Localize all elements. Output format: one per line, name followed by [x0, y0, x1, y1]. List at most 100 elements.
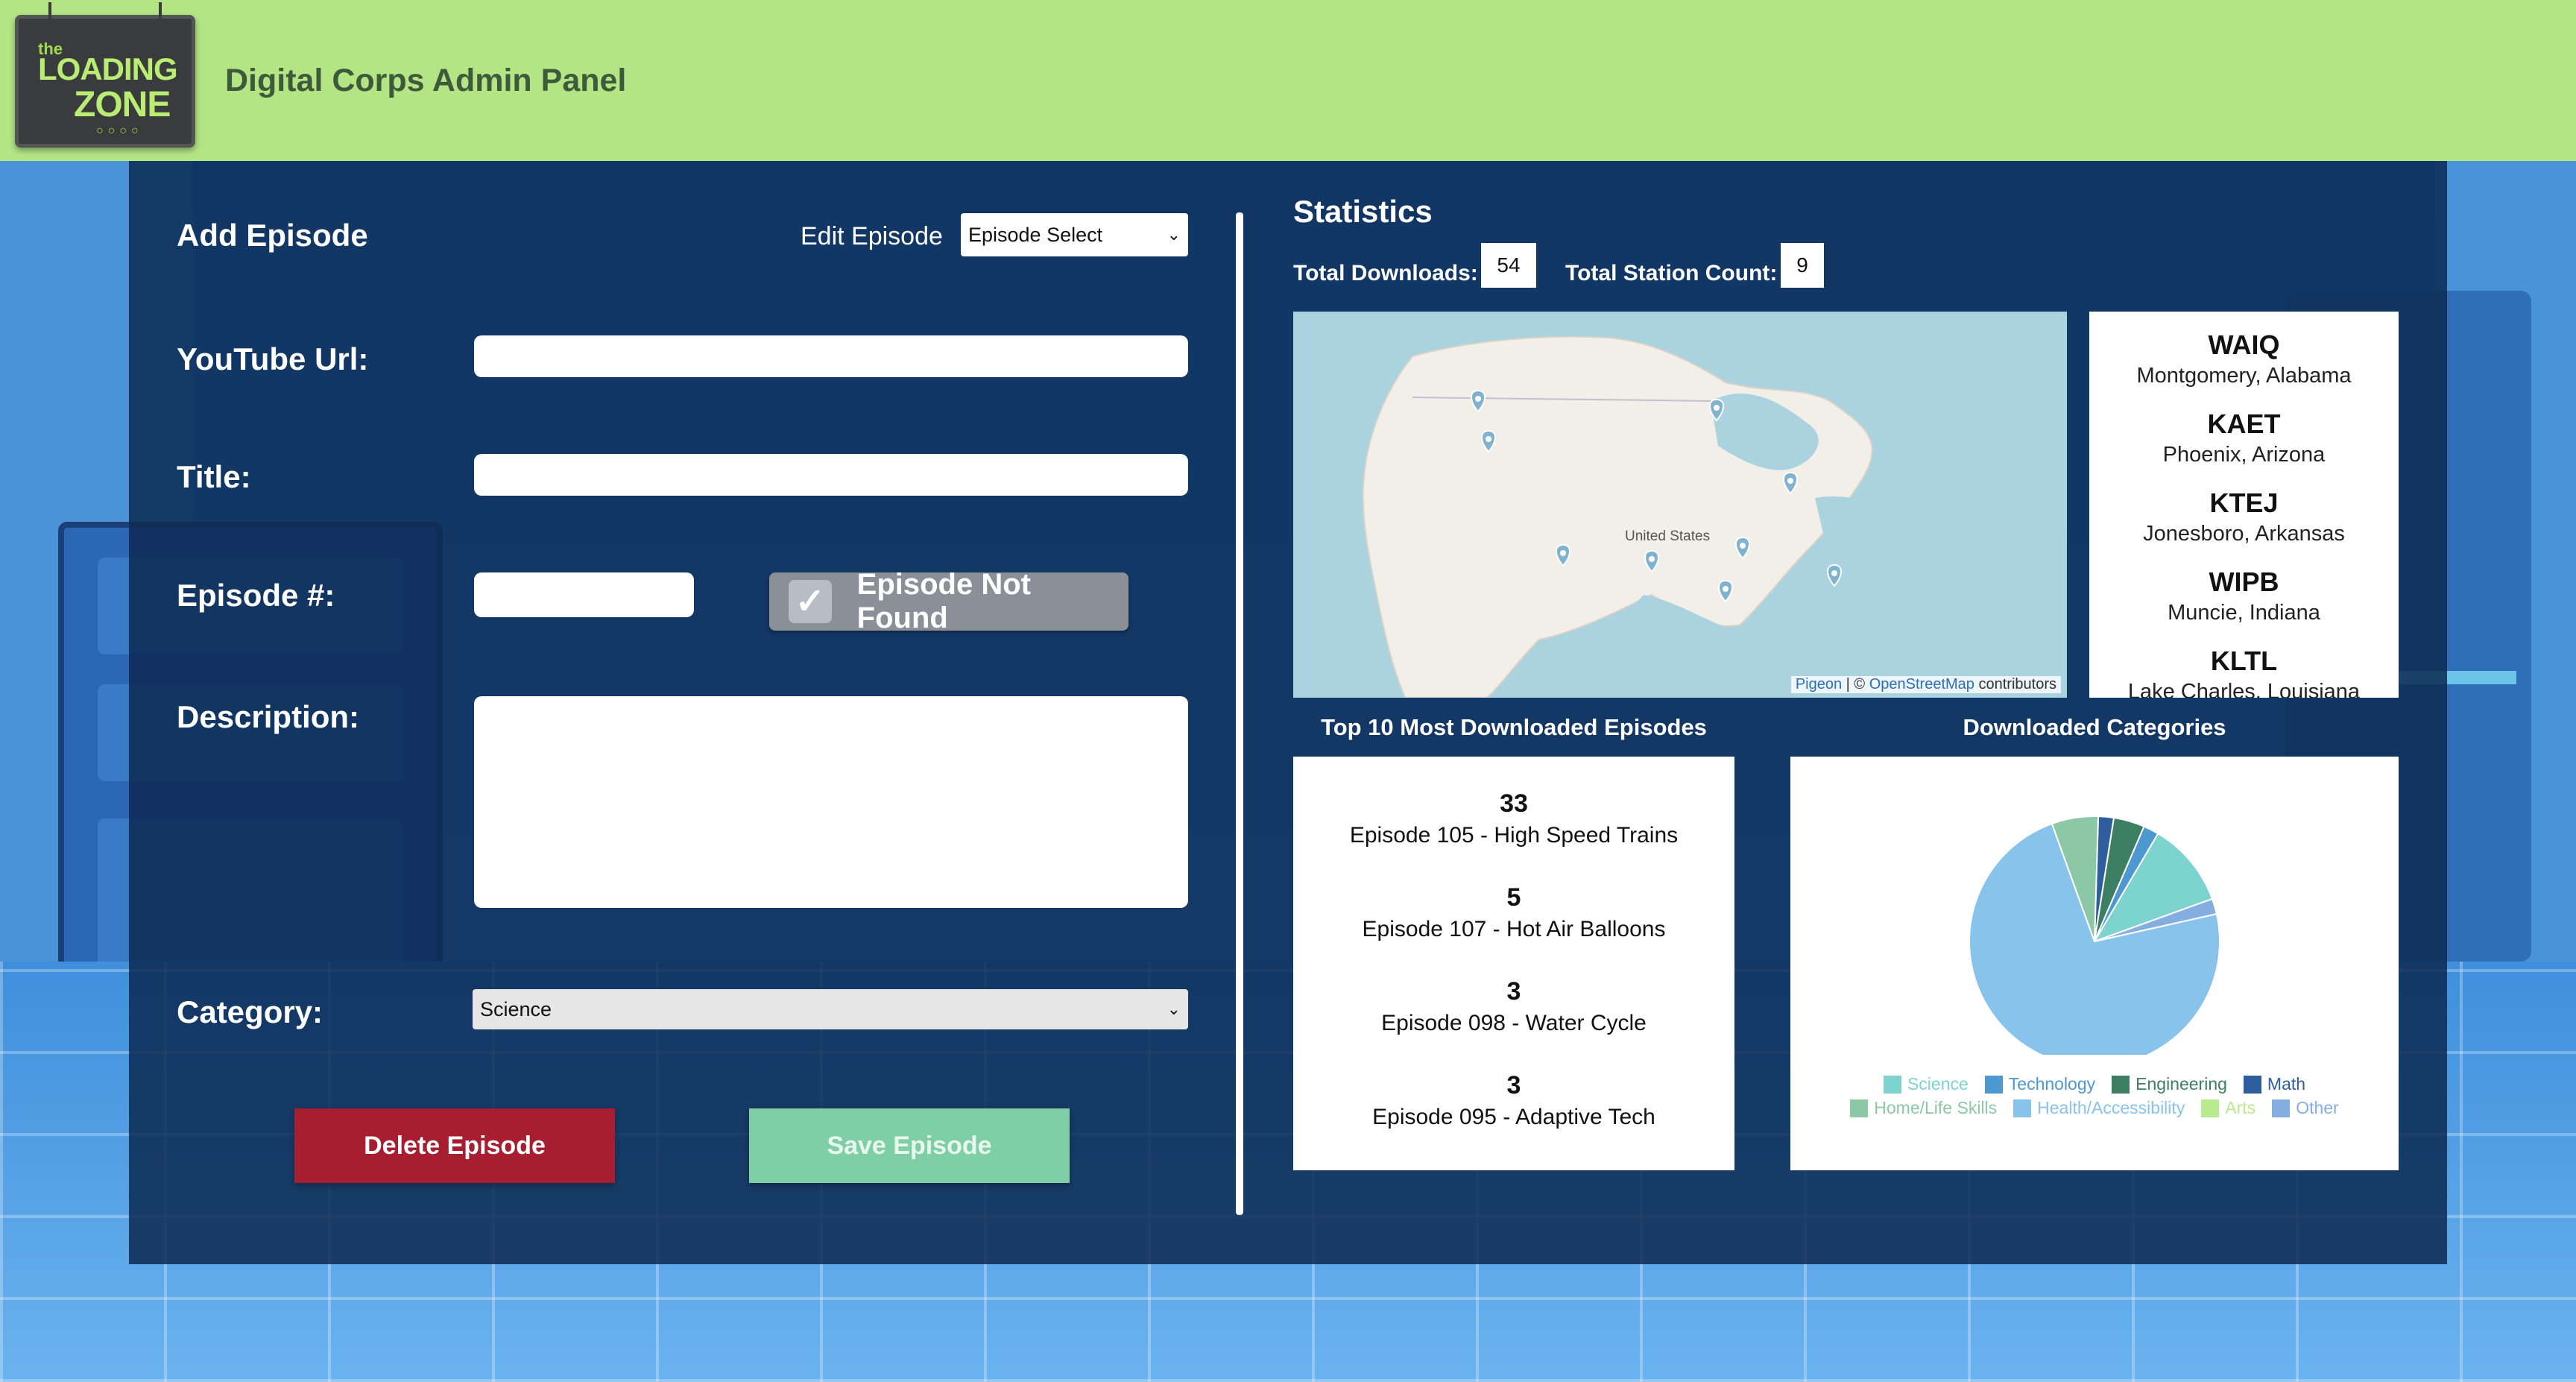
- category-select[interactable]: Science ⌄: [473, 989, 1188, 1029]
- legend-item[interactable]: Science: [1883, 1074, 1969, 1094]
- episode-name: Episode 098 - Water Cycle: [1381, 1011, 1647, 1035]
- chevron-down-icon: ⌄: [1167, 1000, 1181, 1018]
- episode-select-value: Episode Select: [968, 223, 1103, 246]
- episode-entry: 3 Episode 095 - Adaptive Tech: [1293, 1071, 1734, 1130]
- legend-item[interactable]: Home/Life Skills: [1850, 1098, 1997, 1118]
- legend-swatch: [2013, 1099, 2032, 1117]
- category-label: Category:: [177, 994, 323, 1029]
- station-item: KTEJ Jonesboro, Arkansas: [2089, 470, 2399, 549]
- legend-label: Arts: [2225, 1098, 2256, 1117]
- chart-legend-row: Home/Life Skills Health/Accessibility Arts…: [1790, 1098, 2399, 1118]
- legend-item[interactable]: Health/Accessibility: [2013, 1098, 2185, 1118]
- episode-download-count: 5: [1506, 883, 1521, 912]
- episode-entry: 5 Episode 107 - Hot Air Balloons: [1293, 883, 1734, 942]
- episode-select[interactable]: Episode Select ⌄: [961, 213, 1188, 256]
- legend-item[interactable]: Arts: [2201, 1098, 2255, 1118]
- app-title: Digital Corps Admin Panel: [225, 63, 627, 98]
- delete-episode-button[interactable]: Delete Episode: [294, 1108, 615, 1183]
- station-location: Montgomery, Alabama: [2136, 364, 2352, 388]
- episode-not-found-toggle[interactable]: ✓ Episode Not Found: [769, 568, 1128, 634]
- save-episode-button[interactable]: Save Episode: [749, 1108, 1070, 1183]
- station-item: KAET Phoenix, Arizona: [2089, 391, 2399, 470]
- legend-swatch: [2201, 1099, 2220, 1117]
- logo-hanger: [48, 2, 51, 19]
- legend-swatch: [1883, 1075, 1901, 1094]
- total-downloads-label: Total Downloads:: [1293, 261, 1478, 285]
- episode-name: Episode 105 - High Speed Trains: [1349, 823, 1679, 848]
- legend-label: Other: [2296, 1098, 2339, 1117]
- legend-item[interactable]: Technology: [1984, 1074, 2096, 1094]
- legend-item[interactable]: Engineering: [2112, 1074, 2227, 1094]
- legend-item[interactable]: Math: [2243, 1074, 2306, 1094]
- description-label: Description:: [177, 699, 360, 734]
- legend-swatch: [2243, 1075, 2261, 1094]
- legend-label: Technology: [2008, 1074, 2096, 1094]
- description-textarea[interactable]: [474, 696, 1188, 908]
- logo-hanger: [159, 2, 162, 19]
- logo-dots: ○○○○: [96, 124, 143, 137]
- station-location: Muncie, Indiana: [2168, 601, 2320, 625]
- station-count-value: 9: [1781, 243, 1824, 288]
- episode-not-found-label: Episode Not Found: [856, 568, 1031, 634]
- legend-label: Home/Life Skills: [1874, 1098, 1998, 1117]
- legend-swatch: [1984, 1075, 2003, 1094]
- map-attribution: Pigeon | © OpenStreetMap contributors: [1790, 676, 2061, 693]
- header-bar: the LOADING ZONE ○○○○ Digital Corps Admi…: [0, 0, 2576, 161]
- stations-list: WAIQ Montgomery, Alabama KAET Phoenix, A…: [2089, 312, 2399, 698]
- legend-swatch: [2272, 1099, 2291, 1117]
- legend-swatch: [1850, 1099, 1869, 1117]
- legend-item[interactable]: Other: [2272, 1098, 2339, 1118]
- edit-episode-label: Edit Episode: [801, 222, 943, 250]
- episode-download-count: 33: [1500, 789, 1528, 818]
- total-downloads-value: 54: [1481, 243, 1536, 288]
- episode-number-label: Episode #:: [177, 578, 335, 613]
- station-location: Jonesboro, Arkansas: [2143, 522, 2345, 546]
- map-country-label: United States: [1625, 528, 1710, 544]
- station-item: KLTL Lake Charles, Louisiana: [2089, 628, 2399, 698]
- episode-number-input[interactable]: [474, 572, 694, 617]
- checkmark-icon[interactable]: ✓: [789, 580, 832, 623]
- loading-zone-logo[interactable]: the LOADING ZONE ○○○○: [15, 2, 195, 148]
- logo-text-zone: ZONE: [74, 85, 171, 124]
- stations-map[interactable]: United States Pigeon | © OpenStreetMap c…: [1293, 312, 2067, 698]
- legend-label: Science: [1907, 1074, 1969, 1094]
- station-call-sign: KLTL: [2210, 646, 2278, 676]
- episode-entry: 33 Episode 105 - High Speed Trains: [1293, 789, 1734, 848]
- episode-download-count: 3: [1506, 977, 1521, 1006]
- attribution-separator: | ©: [1842, 676, 1869, 692]
- map-graphic: United States: [1362, 335, 2067, 698]
- categories-title: Downloaded Categories: [1963, 714, 2226, 740]
- station-call-sign: KTEJ: [2209, 488, 2279, 518]
- station-call-sign: WIPB: [2209, 567, 2279, 597]
- station-item: WIPB Muncie, Indiana: [2089, 549, 2399, 628]
- station-count-label: Total Station Count:: [1565, 261, 1778, 285]
- statistics-heading: Statistics: [1293, 194, 1433, 229]
- station-location: Lake Charles, Louisiana: [2127, 680, 2361, 698]
- categories-pie-chart: [1969, 815, 2220, 1067]
- legend-label: Engineering: [2135, 1074, 2227, 1094]
- attribution-tail: contributors: [1974, 676, 2056, 692]
- legend-label: Math: [2267, 1074, 2306, 1094]
- legend-label: Health/Accessibility: [2037, 1098, 2185, 1117]
- category-select-value: Science: [480, 997, 552, 1020]
- logo-text-loading: LOADING: [38, 51, 178, 86]
- chevron-down-icon: ⌄: [1167, 225, 1181, 244]
- top-episodes-title: Top 10 Most Downloaded Episodes: [1321, 714, 1707, 740]
- title-label: Title:: [177, 459, 251, 494]
- episode-name: Episode 095 - Adaptive Tech: [1372, 1105, 1655, 1129]
- panel-divider: [1236, 212, 1243, 1215]
- youtube-url-input[interactable]: [474, 335, 1188, 377]
- legend-swatch: [2112, 1075, 2130, 1094]
- chart-legend-row: Science Technology Engineering Math: [1790, 1074, 2399, 1094]
- station-item: WAIQ Montgomery, Alabama: [2089, 312, 2399, 391]
- categories-chart-card: Science Technology Engineering Math Home/Li…: [1790, 757, 2399, 1170]
- youtube-url-label: YouTube Url:: [177, 341, 369, 376]
- station-call-sign: KAET: [2207, 408, 2281, 439]
- openstreetmap-link[interactable]: OpenStreetMap: [1869, 676, 1974, 692]
- title-input[interactable]: [474, 454, 1188, 496]
- episode-name: Episode 107 - Hot Air Balloons: [1362, 917, 1666, 941]
- episode-download-count: 3: [1506, 1071, 1521, 1099]
- add-episode-heading: Add Episode: [177, 218, 368, 253]
- top-episodes-list: 33 Episode 105 - High Speed Trains 5 Epi…: [1293, 757, 1734, 1170]
- pigeon-link[interactable]: Pigeon: [1796, 676, 1842, 692]
